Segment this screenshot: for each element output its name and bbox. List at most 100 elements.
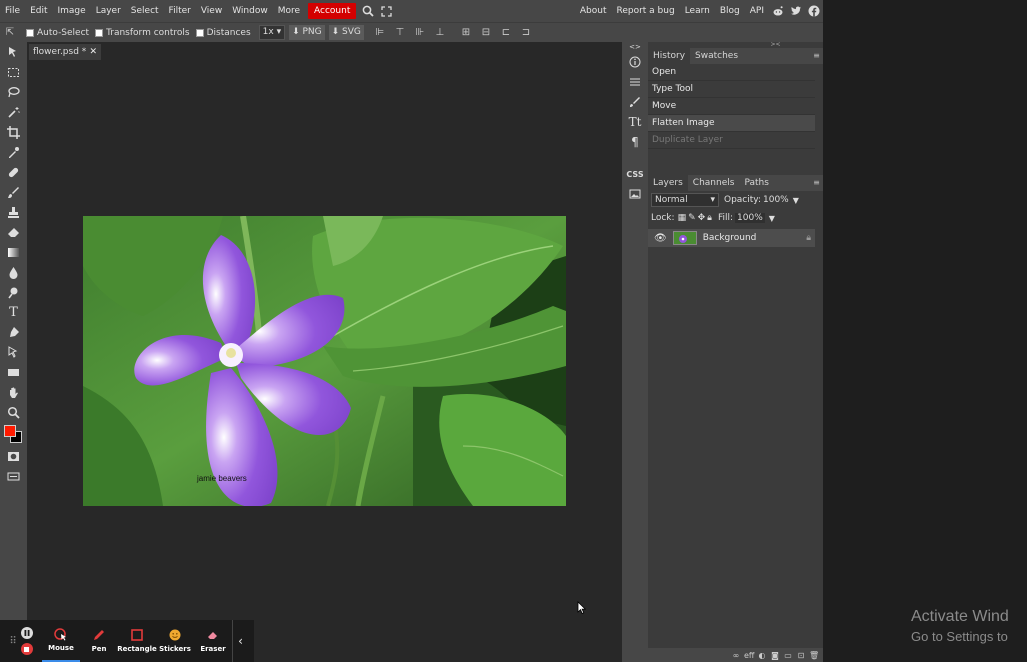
screen-mode-icon[interactable]: [0, 466, 27, 486]
history-item-type-tool[interactable]: Type Tool: [648, 81, 815, 98]
collapse-recorder-icon[interactable]: ‹: [232, 620, 248, 662]
dodge-tool-icon[interactable]: [0, 282, 27, 302]
distribute-center-icon[interactable]: ⊐: [516, 27, 536, 38]
lock-pixels-icon[interactable]: ✎: [688, 213, 696, 223]
export-svg-button[interactable]: ⬇ SVG: [328, 25, 364, 40]
panel-menu-icon[interactable]: ≡: [812, 51, 821, 60]
layer-visibility-eye-icon[interactable]: 👁︎: [654, 233, 667, 244]
pause-recording-icon[interactable]: [20, 627, 33, 639]
brush-settings-icon[interactable]: [622, 92, 648, 112]
type-tool-icon[interactable]: T: [0, 302, 27, 322]
layer-row-background[interactable]: 👁︎ Background 🔒︎: [648, 229, 815, 247]
document-tab[interactable]: flower.psd * ✕: [29, 44, 101, 60]
paragraph-icon[interactable]: ¶: [622, 132, 648, 152]
recorder-rectangle-tool[interactable]: Rectangle: [117, 620, 157, 662]
align-bottom-icon[interactable]: ⊥: [430, 27, 450, 38]
quick-mask-icon[interactable]: [0, 446, 27, 466]
menu-file[interactable]: File: [0, 0, 25, 22]
new-folder-icon[interactable]: ▭: [783, 651, 793, 660]
opacity-value[interactable]: 100%: [763, 195, 789, 205]
fullscreen-icon[interactable]: [377, 0, 395, 22]
zoom-select[interactable]: 1x ▾: [258, 25, 286, 40]
align-right-icon[interactable]: ⊪: [410, 27, 430, 38]
fill-dropdown-icon[interactable]: ▼: [769, 214, 775, 223]
layers-menu-icon[interactable]: ≡: [812, 178, 821, 187]
menu-view[interactable]: View: [196, 0, 227, 22]
tab-layers[interactable]: Layers: [648, 175, 688, 191]
flower-image[interactable]: jamie beavers: [83, 216, 566, 506]
history-item-open[interactable]: Open: [648, 64, 815, 81]
menu-select[interactable]: Select: [126, 0, 164, 22]
menu-more[interactable]: More: [273, 0, 305, 22]
magic-wand-tool-icon[interactable]: [0, 102, 27, 122]
drag-handle-icon[interactable]: ⠿: [9, 636, 16, 647]
transform-controls-checkbox[interactable]: Transform controls: [95, 28, 190, 38]
rectangle-tool-icon[interactable]: [0, 362, 27, 382]
account-button[interactable]: Account: [308, 3, 357, 19]
history-item-flatten-image[interactable]: Flatten Image: [648, 115, 815, 132]
eyedropper-tool-icon[interactable]: [0, 142, 27, 162]
link-api[interactable]: API: [745, 0, 769, 22]
tab-swatches[interactable]: Swatches: [690, 48, 743, 64]
character-icon[interactable]: Tt: [622, 112, 648, 132]
distribute-v-icon[interactable]: ⊟: [476, 27, 496, 38]
adjustment-layer-icon[interactable]: ◐: [757, 651, 767, 660]
auto-select-checkbox[interactable]: Auto-Select: [26, 28, 89, 38]
facebook-icon[interactable]: [805, 0, 823, 22]
css-panel-button[interactable]: CSS: [622, 164, 648, 184]
opacity-dropdown-icon[interactable]: ▼: [793, 196, 799, 205]
distribute-h-icon[interactable]: ⊞: [456, 27, 476, 38]
link-report-bug[interactable]: Report a bug: [611, 0, 679, 22]
image-panel-icon[interactable]: [622, 184, 648, 204]
link-learn[interactable]: Learn: [680, 0, 715, 22]
fill-value[interactable]: 100%: [735, 213, 765, 223]
collapse-strip-icon[interactable]: <>: [622, 42, 648, 52]
stop-recording-icon[interactable]: [20, 643, 33, 655]
zoom-tool-icon[interactable]: [0, 402, 27, 422]
blend-mode-select[interactable]: Normal ▾: [651, 193, 719, 207]
twitter-icon[interactable]: [787, 0, 805, 22]
crop-tool-icon[interactable]: [0, 122, 27, 142]
distribute-left-icon[interactable]: ⊏: [496, 27, 516, 38]
menu-edit[interactable]: Edit: [25, 0, 52, 22]
layer-mask-icon[interactable]: ◙: [770, 651, 780, 660]
path-select-tool-icon[interactable]: [0, 342, 27, 362]
stamp-tool-icon[interactable]: [0, 202, 27, 222]
eraser-tool-icon[interactable]: [0, 222, 27, 242]
export-png-button[interactable]: ⬇ PNG: [289, 25, 325, 40]
foreground-color-swatch[interactable]: [4, 425, 16, 437]
lasso-tool-icon[interactable]: [0, 82, 27, 102]
menu-window[interactable]: Window: [227, 0, 273, 22]
tab-channels[interactable]: Channels: [688, 175, 740, 191]
align-top-icon[interactable]: ⊤: [390, 27, 410, 38]
search-icon[interactable]: [359, 0, 377, 22]
close-tab-icon[interactable]: ✕: [89, 47, 97, 57]
lock-all-icon[interactable]: 🔒︎: [707, 213, 712, 223]
history-item-move[interactable]: Move: [648, 98, 815, 115]
menu-image[interactable]: Image: [53, 0, 91, 22]
tab-history[interactable]: History: [648, 48, 691, 64]
healing-tool-icon[interactable]: [0, 162, 27, 182]
lock-transparency-icon[interactable]: ▦: [678, 213, 687, 223]
hand-tool-icon[interactable]: [0, 382, 27, 402]
color-swatches[interactable]: [0, 422, 27, 446]
brush-tool-icon[interactable]: [0, 182, 27, 202]
adjustments-icon[interactable]: [622, 72, 648, 92]
pen-tool-icon[interactable]: [0, 322, 27, 342]
tab-paths[interactable]: Paths: [739, 175, 773, 191]
lock-position-icon[interactable]: ✥: [698, 213, 706, 223]
link-layers-icon[interactable]: ∞: [731, 651, 741, 660]
align-left-icon[interactable]: ⊫: [370, 27, 390, 38]
link-about[interactable]: About: [575, 0, 612, 22]
info-icon[interactable]: [622, 52, 648, 72]
blur-tool-icon[interactable]: [0, 262, 27, 282]
link-blog[interactable]: Blog: [715, 0, 745, 22]
recorder-mouse-tool[interactable]: Mouse: [42, 620, 80, 662]
history-item-duplicate-layer[interactable]: Duplicate Layer: [648, 132, 815, 149]
menu-filter[interactable]: Filter: [164, 0, 196, 22]
delete-layer-icon[interactable]: 🗑︎: [809, 651, 819, 660]
distances-checkbox[interactable]: Distances: [195, 28, 251, 38]
marquee-tool-icon[interactable]: [0, 62, 27, 82]
new-layer-icon[interactable]: ⊡: [796, 651, 806, 660]
move-tool-icon[interactable]: [0, 42, 27, 62]
